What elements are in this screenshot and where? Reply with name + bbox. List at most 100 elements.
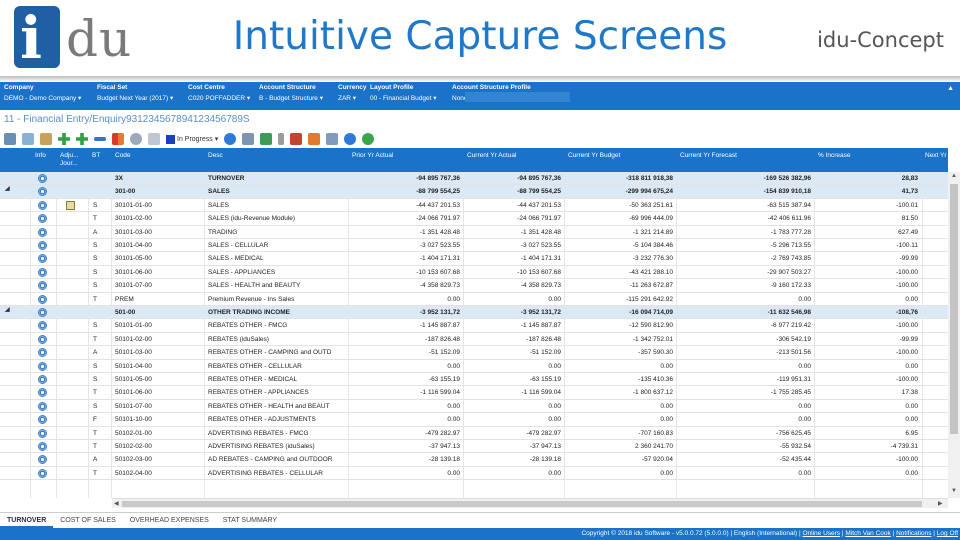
cell-current-yr-actual[interactable]: -187 826.48 <box>465 333 561 346</box>
cell-current-yr-forecast[interactable]: -756 625.45 <box>678 427 811 440</box>
row-info-icon[interactable] <box>38 281 47 291</box>
tab-stat-summary[interactable]: STAT SUMMARY <box>216 513 284 528</box>
table-row[interactable]: S 30101-04-00 SALES - CELLULAR -3 027 523.5… <box>0 239 948 253</box>
cell-current-yr-budget[interactable]: 0.00 <box>566 360 673 373</box>
cell-increase[interactable]: 0.00 <box>816 293 918 306</box>
cell-current-yr-actual[interactable]: -28 139.18 <box>465 453 561 466</box>
cell-current-yr-budget[interactable]: 0.00 <box>566 400 673 413</box>
row-info-icon[interactable] <box>38 455 47 465</box>
cell-current-yr-actual[interactable]: -94 895 767,36 <box>465 172 561 185</box>
cell-increase[interactable]: 0.00 <box>816 400 918 413</box>
filter-blank-field[interactable] <box>465 92 570 102</box>
row-info-icon[interactable] <box>38 321 47 331</box>
expand-toggle-icon[interactable]: ◢ <box>5 306 10 313</box>
tab-overhead-expenses[interactable]: OVERHEAD EXPENSES <box>123 513 216 528</box>
cell-increase[interactable]: -99.99 <box>816 252 918 265</box>
cell-current-yr-actual[interactable]: 0.00 <box>465 400 561 413</box>
cell-current-yr-actual[interactable]: 0.00 <box>465 467 561 480</box>
cell-current-yr-forecast[interactable]: 0.00 <box>678 400 811 413</box>
cell-current-yr-budget[interactable]: -135 410.36 <box>566 373 673 386</box>
cell-current-yr-budget[interactable]: -299 994 675,24 <box>566 185 673 198</box>
cell-increase[interactable]: 6.95 <box>816 427 918 440</box>
add-child-icon[interactable] <box>76 133 88 145</box>
row-info-icon[interactable] <box>38 187 47 197</box>
table-row[interactable]: S 50101-01-00 REBATES OTHER - FMCG -1 145 8… <box>0 319 948 333</box>
cell-prior-yr-actual[interactable]: -3 027 523.55 <box>350 239 460 252</box>
cell-current-yr-forecast[interactable]: -5 296 713.55 <box>678 239 811 252</box>
cell-current-yr-budget[interactable]: -57 920.04 <box>566 453 673 466</box>
cell-increase[interactable]: 81.50 <box>816 212 918 225</box>
cell-current-yr-actual[interactable]: -1 145 887.87 <box>465 319 561 332</box>
scroll-down-icon[interactable]: ▼ <box>951 488 957 494</box>
cell-current-yr-forecast[interactable]: 0.00 <box>678 467 811 480</box>
row-info-icon[interactable] <box>38 375 47 384</box>
col-header-desc[interactable]: Desc <box>208 152 223 160</box>
cell-current-yr-actual[interactable]: -10 153 607.68 <box>465 266 561 279</box>
cell-current-yr-budget[interactable]: -1 321 214.89 <box>566 226 673 239</box>
cell-current-yr-actual[interactable]: -51 152.09 <box>465 346 561 359</box>
cell-current-yr-budget[interactable]: -50 363 251.61 <box>566 199 673 212</box>
cell-prior-yr-actual[interactable]: -1 351 428.48 <box>350 226 460 239</box>
cell-current-yr-budget[interactable]: -12 590 812.90 <box>566 319 673 332</box>
refresh-doc-icon[interactable] <box>148 133 160 145</box>
cell-current-yr-actual[interactable]: 0.00 <box>465 413 561 426</box>
cell-current-yr-forecast[interactable]: -63 515 387.94 <box>678 199 811 212</box>
cell-current-yr-budget[interactable]: -318 811 918,38 <box>566 172 673 185</box>
cell-current-yr-actual[interactable]: -88 799 554,25 <box>465 185 561 198</box>
grid-view-icon[interactable] <box>4 133 16 145</box>
cell-current-yr-forecast[interactable]: 0.00 <box>678 360 811 373</box>
row-info-icon[interactable] <box>38 428 47 438</box>
cell-current-yr-actual[interactable]: -44 437 201.53 <box>465 199 561 212</box>
cell-increase[interactable]: -100.01 <box>816 199 918 212</box>
row-info-icon[interactable] <box>38 348 47 358</box>
cell-current-yr-budget[interactable]: 0.00 <box>566 467 673 480</box>
table-row[interactable]: S 50101-07-00 REBATES OTHER - HEALTH and B… <box>0 400 948 414</box>
table-row[interactable]: F 50101-10-00 REBATES OTHER - ADJUSTMENTS 0… <box>0 413 948 427</box>
cell-increase[interactable]: -100.00 <box>816 279 918 292</box>
chart-icon[interactable] <box>260 133 273 145</box>
cell-increase[interactable]: 0.00 <box>816 413 918 426</box>
row-info-icon[interactable] <box>38 241 47 250</box>
cell-current-yr-budget[interactable]: -69 996 444.09 <box>566 212 673 225</box>
filter-value[interactable]: C020 POFFADDER <box>188 94 250 102</box>
cell-prior-yr-actual[interactable]: -10 153 607.68 <box>350 266 460 279</box>
filter-company[interactable]: Company DEMO - Demo Company <box>4 84 81 102</box>
table-row[interactable]: S 30101-05-00 SALES - MEDICAL -1 404 171.31… <box>0 252 948 266</box>
cell-prior-yr-actual[interactable]: 0.00 <box>350 400 460 413</box>
cell-current-yr-actual[interactable]: -4 358 829.73 <box>465 279 561 292</box>
row-info-icon[interactable] <box>38 415 47 425</box>
table-row[interactable]: T 50102-01-00 ADVERTISING REBATES - FMCG -4… <box>0 427 948 440</box>
cell-prior-yr-actual[interactable]: -63 155.19 <box>350 373 460 386</box>
table-row[interactable]: A 50101-03-00 REBATES OTHER - CAMPING and … <box>0 346 948 360</box>
row-info-icon[interactable] <box>38 294 47 304</box>
row-info-icon[interactable] <box>38 267 47 277</box>
cell-increase[interactable]: -100.00 <box>816 346 918 359</box>
cell-increase[interactable]: -100.00 <box>816 319 918 332</box>
cell-prior-yr-actual[interactable]: 0.00 <box>350 467 460 480</box>
cell-prior-yr-actual[interactable]: -37 947.13 <box>350 440 460 453</box>
cell-increase[interactable]: -100.11 <box>816 239 918 252</box>
group-row[interactable]: ◢ 301-00 SALES -88 799 554,25 -88 799 554,25… <box>0 185 948 199</box>
cell-current-yr-budget[interactable]: -3 232 776.30 <box>566 252 673 265</box>
cell-current-yr-forecast[interactable]: -119 951.31 <box>678 373 811 386</box>
attachment-icon[interactable] <box>278 133 285 145</box>
cell-increase[interactable]: -99.99 <box>816 333 918 346</box>
row-info-icon[interactable] <box>38 308 47 317</box>
cell-current-yr-actual[interactable]: -37 947.13 <box>465 440 561 453</box>
cell-prior-yr-actual[interactable]: -3 952 131,72 <box>350 306 460 319</box>
collapse-up-icon[interactable]: ▲ <box>947 85 954 92</box>
filter-value[interactable]: DEMO - Demo Company <box>4 94 81 102</box>
export-icon[interactable] <box>242 133 255 145</box>
link-log-off[interactable]: Log Off <box>937 530 958 537</box>
cell-current-yr-forecast[interactable]: -2 769 743.85 <box>678 252 811 265</box>
cell-prior-yr-actual[interactable]: 0.00 <box>350 360 460 373</box>
col-header-code[interactable]: Code <box>115 152 131 160</box>
cell-current-yr-forecast[interactable]: -9 160 172.33 <box>678 279 811 292</box>
cell-current-yr-budget[interactable]: -5 104 384.46 <box>566 239 673 252</box>
cell-increase[interactable]: -4 739.31 <box>816 440 918 453</box>
group-row[interactable]: 3X TURNOVER -94 895 767,36 -94 895 767,36 -3… <box>0 172 948 186</box>
filter-cost-centre[interactable]: Cost Centre C020 POFFADDER <box>188 84 250 102</box>
link-user-profile[interactable]: Mitch Van Cook <box>845 530 890 537</box>
horizontal-scroll-thumb[interactable] <box>122 501 922 507</box>
journal-icon[interactable] <box>66 200 75 210</box>
